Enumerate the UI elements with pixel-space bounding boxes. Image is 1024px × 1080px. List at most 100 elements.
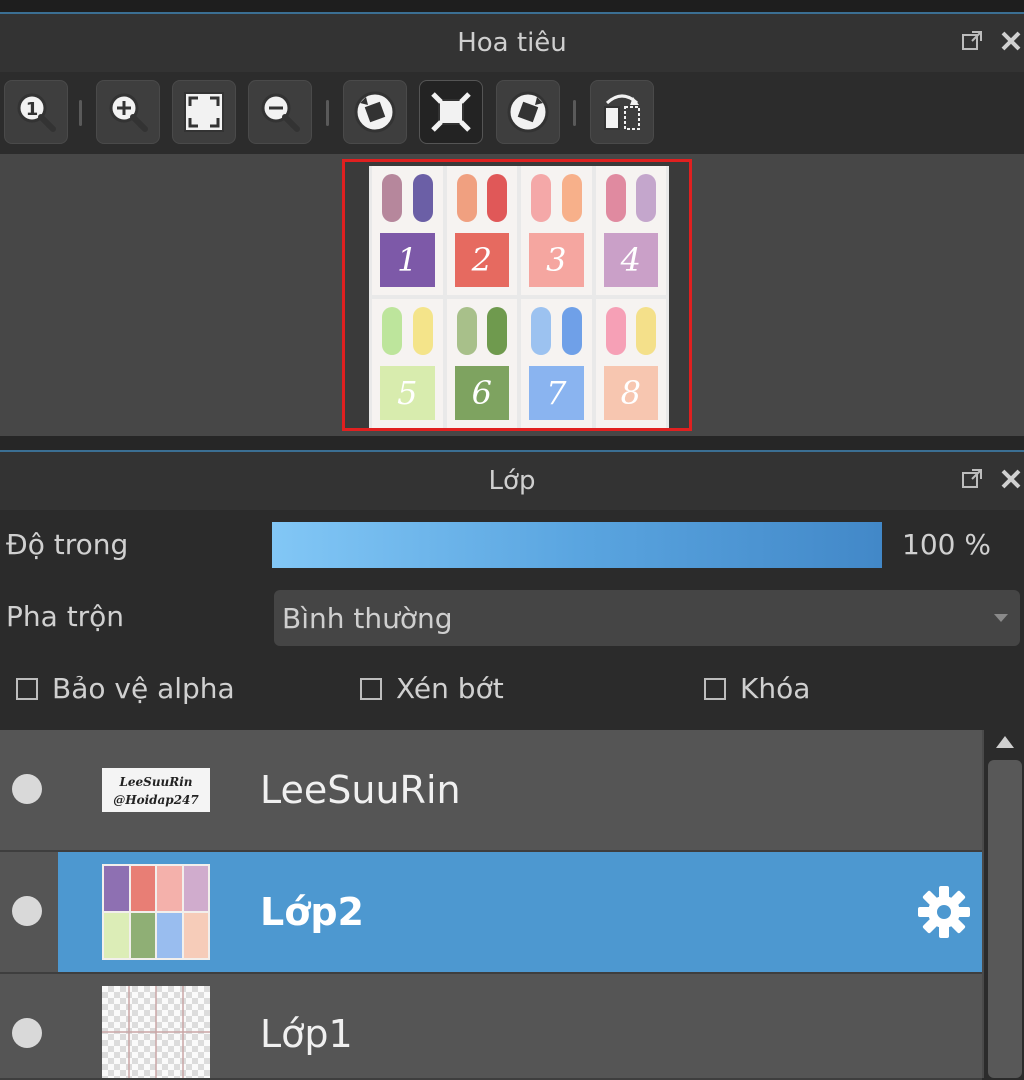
blend-mode-select[interactable]: Bình thường [274,590,1020,646]
zoom-1-icon: 1 [17,93,56,132]
blend-mode-value: Bình thường [282,601,453,635]
preview-pill [487,307,507,355]
preview-number-tile: 3 [529,233,584,287]
thumb-cell [130,913,155,958]
layer-row-lop2[interactable]: Lớp2 [0,852,982,974]
rotate-right-button[interactable] [496,80,560,144]
top-strip [0,0,1024,14]
preview-card: 1 [372,166,443,295]
preview-pill [531,307,551,355]
visibility-icon[interactable] [12,774,42,804]
thumb-cell [157,866,182,911]
gear-icon[interactable] [916,884,972,940]
close-icon[interactable] [998,28,1024,54]
panel-divider[interactable] [0,436,1024,452]
preview-pill [382,174,402,222]
opacity-value: 100 % [902,528,991,561]
preview-pill [605,174,626,222]
layer-thumbnail [102,864,210,960]
scroll-up-icon[interactable] [996,736,1014,748]
thumb-cell [104,913,129,958]
preview-pill [605,307,626,355]
lock-option[interactable]: Khóa [704,672,810,705]
clip-option[interactable]: Xén bớt [360,672,504,705]
rotate-right-icon [507,91,549,133]
preview-pill [531,174,551,222]
close-icon[interactable] [998,466,1024,492]
preview-number-tile: 7 [529,366,584,420]
visibility-icon[interactable] [12,896,42,926]
opacity-slider[interactable] [272,522,882,568]
layer-name: LeeSuuRin [260,768,461,812]
preview-number-tile: 5 [380,366,435,420]
preview-pill [636,307,656,355]
layers-title: Lớp [488,466,536,496]
visibility-icon[interactable] [12,1018,42,1048]
blend-label: Pha trộn [6,600,125,633]
navigator-preview-area[interactable]: 1234 5678 [0,154,1024,436]
navigator-toolbar: 1 [0,72,1024,154]
viewport-frame[interactable]: 1234 5678 [342,159,692,431]
preview-pill [382,307,402,355]
preview-pill [561,174,582,222]
layer-scrollbar[interactable] [984,730,1024,1078]
thumb-cell [183,913,208,958]
actual-size-button[interactable] [419,80,483,144]
layer-row-lop1[interactable]: Lớp1 [0,974,982,1080]
preview-card: 4 [595,166,666,295]
flip-icon [604,94,640,130]
fit-icon [184,92,224,132]
thumb-text-1: LeeSuuRin [118,775,192,789]
scroll-thumb[interactable] [988,760,1022,1078]
layers-header: Lớp [0,452,1024,510]
toolbar-separator [326,100,329,126]
preview-pill [456,307,477,355]
zoom-out-icon [261,93,300,132]
preview-card: 7 [521,299,592,428]
layer-list: LeeSuuRin @Hoidap247 LeeSuuRin Lớp2 Lớp1 [0,730,984,1080]
layer-thumbnail [102,986,210,1078]
rotate-left-button[interactable] [343,80,407,144]
fit-screen-button[interactable] [172,80,236,144]
navigator-header: Hoa tiêu [0,14,1024,72]
preview-number-tile: 2 [454,233,509,287]
canvas-preview: 1234 5678 [369,166,669,428]
preview-pill [412,307,433,355]
preview-card: 3 [521,166,592,295]
preview-card: 6 [446,299,517,428]
preview-card: 2 [446,166,517,295]
layer-row-leesuurin[interactable]: LeeSuuRin @Hoidap247 LeeSuuRin [0,730,982,852]
preview-pill [412,174,433,222]
toolbar-separator [79,100,82,126]
clip-label: Xén bớt [396,672,504,705]
popout-icon[interactable] [960,466,986,492]
zoom-100-button[interactable]: 1 [4,80,68,144]
protect-alpha-label: Bảo vệ alpha [52,672,235,705]
thumb-cell [183,866,208,911]
flip-button[interactable] [590,80,654,144]
layer-thumbnail: LeeSuuRin @Hoidap247 [102,768,210,812]
preview-card: 5 [372,299,443,428]
opacity-label: Độ trong [6,528,129,561]
zoom-in-icon [109,93,148,132]
chevron-down-icon [994,614,1008,622]
zoom-out-button[interactable] [248,80,312,144]
lock-checkbox[interactable] [704,677,726,700]
navigator-title: Hoa tiêu [457,28,567,58]
frame-icon [431,92,471,132]
thumb-cell [157,913,182,958]
layer-name: Lớp1 [260,1012,353,1056]
preview-number-tile: 1 [380,233,435,287]
thumb-cell [104,866,129,911]
clip-checkbox[interactable] [360,677,382,700]
zoom-in-button[interactable] [96,80,160,144]
preview-number-tile: 6 [454,366,509,420]
preview-number-tile: 8 [603,366,658,420]
lock-label: Khóa [740,672,811,705]
protect-alpha-option[interactable]: Bảo vệ alpha [16,672,235,705]
svg-text:1: 1 [26,99,39,120]
toolbar-separator [573,100,576,126]
protect-alpha-checkbox[interactable] [16,677,38,700]
rotate-left-icon [354,91,396,133]
popout-icon[interactable] [960,28,986,54]
